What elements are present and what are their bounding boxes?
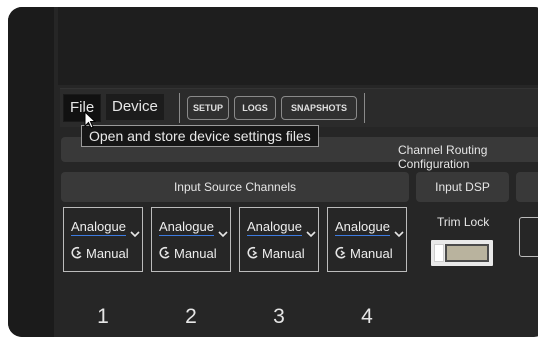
chevron-down-icon bbox=[394, 231, 404, 238]
menubar: File Device SETUP LOGS SNAPSHOTS bbox=[60, 88, 538, 127]
setup-button[interactable]: SETUP bbox=[187, 96, 229, 120]
channel-mode-label: Manual bbox=[174, 246, 217, 261]
channel-mode-label: Manual bbox=[262, 246, 305, 261]
auto-manual-icon bbox=[159, 246, 170, 259]
channel-mode-label: Manual bbox=[86, 246, 129, 261]
channel-mode-label: Manual bbox=[350, 246, 393, 261]
chevron-down-icon bbox=[130, 231, 140, 238]
channel-source-2[interactable]: Analogue Manual bbox=[151, 207, 231, 272]
routing-title: Channel Routing Configuration bbox=[398, 143, 488, 171]
left-panel bbox=[8, 7, 54, 337]
trim-lock-label: Trim Lock bbox=[437, 215, 490, 229]
auto-manual-icon bbox=[71, 246, 82, 259]
channel-number: 2 bbox=[185, 305, 197, 328]
channel-number: 1 bbox=[97, 305, 109, 328]
menu-separator bbox=[179, 93, 180, 123]
chevron-down-icon bbox=[306, 231, 316, 238]
trim-lock-toggle[interactable] bbox=[431, 240, 493, 266]
toggle-knob bbox=[434, 244, 444, 262]
channel-source-label: Analogue bbox=[159, 219, 214, 236]
snapshots-button[interactable]: SNAPSHOTS bbox=[281, 96, 357, 120]
channel-number: 4 bbox=[361, 305, 373, 328]
input-source-header: Input Source Channels bbox=[61, 172, 409, 202]
logs-button[interactable]: LOGS bbox=[234, 96, 276, 120]
app-window: File Device SETUP LOGS SNAPSHOTS Channel… bbox=[8, 7, 538, 337]
device-menu[interactable]: Device bbox=[106, 94, 164, 120]
auto-manual-icon bbox=[247, 246, 258, 259]
partial-control-box[interactable] bbox=[519, 217, 538, 257]
file-tooltip: Open and store device settings files bbox=[81, 125, 319, 147]
toggle-track bbox=[445, 244, 489, 262]
channel-number: 3 bbox=[273, 305, 285, 328]
auto-manual-icon bbox=[335, 246, 346, 259]
next-section-header bbox=[516, 172, 538, 202]
mouse-pointer-icon bbox=[84, 111, 97, 129]
channel-source-label: Analogue bbox=[247, 219, 302, 236]
menu-separator bbox=[364, 93, 365, 123]
channel-source-3[interactable]: Analogue Manual bbox=[239, 207, 319, 272]
channel-source-4[interactable]: Analogue Manual bbox=[327, 207, 407, 272]
channel-source-label: Analogue bbox=[71, 219, 126, 236]
channel-source-1[interactable]: Analogue Manual bbox=[63, 207, 143, 272]
top-area bbox=[58, 7, 538, 85]
input-dsp-header: Input DSP bbox=[416, 172, 509, 202]
channel-source-label: Analogue bbox=[335, 219, 390, 236]
chevron-down-icon bbox=[218, 231, 228, 238]
